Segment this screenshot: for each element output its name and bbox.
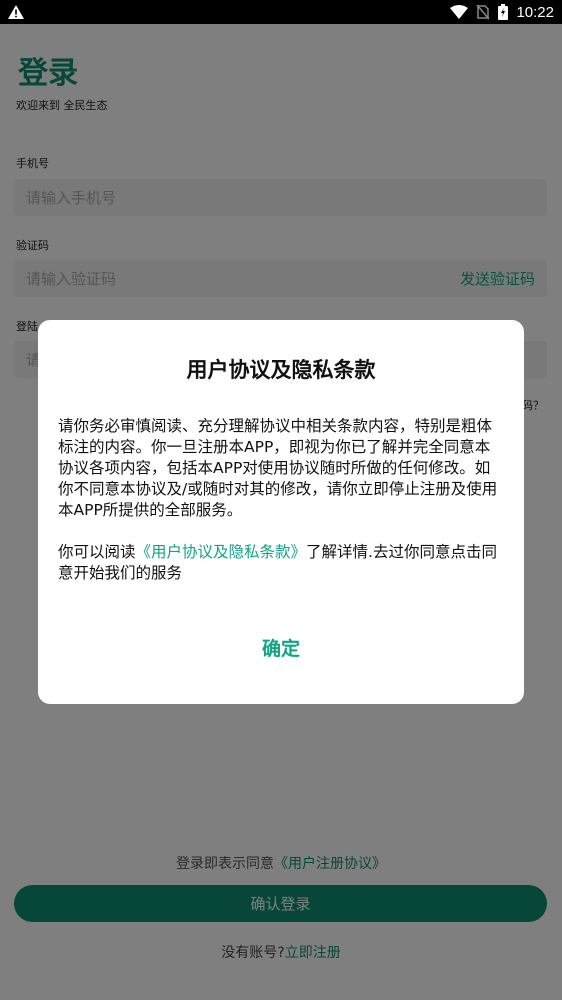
battery-icon [498,4,509,20]
no-sim-icon [476,4,491,20]
privacy-terms-link[interactable]: 《用户协议及隐私条款》 [136,543,307,561]
dialog-title: 用户协议及隐私条款 [186,358,376,382]
dialog-paragraph-1: 请你务必审慎阅读、充分理解协议中相关条款内容，特别是粗体标注的内容。你一旦注册本… [58,417,498,519]
status-time: 10:22 [516,3,554,21]
dialog-body: 请你务必审慎阅读、充分理解协议中相关条款内容，特别是粗体标注的内容。你一旦注册本… [58,416,504,605]
status-bar: 10:22 [0,0,562,24]
dialog-paragraph-2: 你可以阅读《用户协议及隐私条款》了解详情.去过你同意点击同意开始我们的服务 [58,542,504,584]
privacy-dialog: 用户协议及隐私条款 请你务必审慎阅读、充分理解协议中相关条款内容，特别是粗体标注… [38,320,524,704]
warning-icon [8,5,24,19]
dialog-confirm-button[interactable]: 确定 [38,634,524,661]
dialog-paragraph-2-prefix: 你可以阅读 [58,543,136,561]
wifi-icon [450,5,469,19]
